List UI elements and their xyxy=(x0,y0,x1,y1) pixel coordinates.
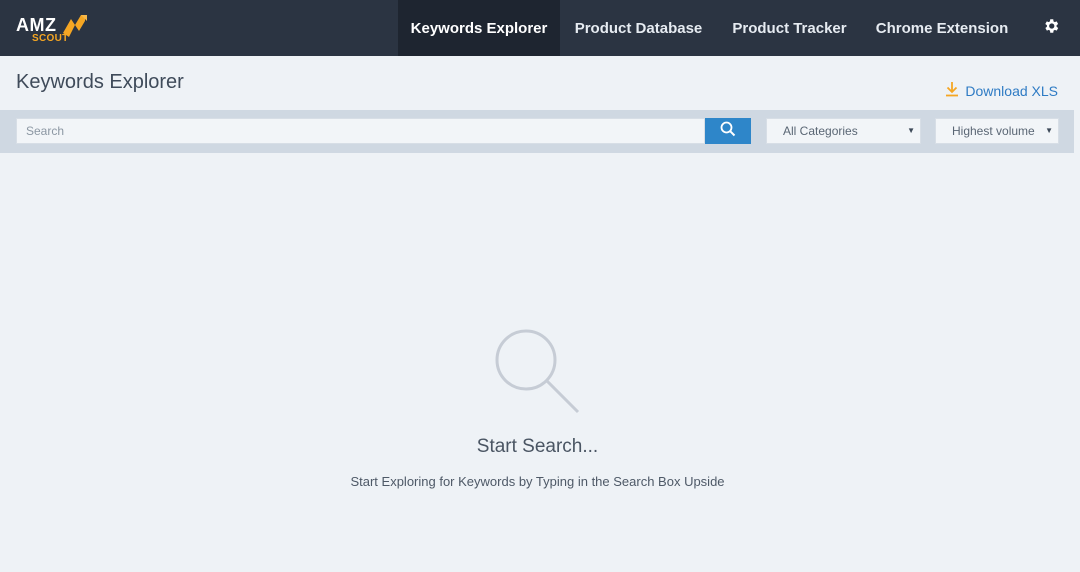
nav-chrome-extension[interactable]: Chrome Extension xyxy=(862,0,1022,56)
chevron-down-icon: ▼ xyxy=(907,126,915,135)
sort-select[interactable]: Highest volume ▼ xyxy=(935,118,1059,144)
download-icon xyxy=(945,81,959,100)
main-nav: Keywords Explorer Product Database Produ… xyxy=(398,0,1022,56)
nav-product-database[interactable]: Product Database xyxy=(560,0,717,56)
search-button[interactable] xyxy=(705,118,751,144)
magnifier-icon xyxy=(494,328,584,423)
search-toolbar: All Categories ▼ Highest volume ▼ xyxy=(0,110,1074,153)
category-select-value: All Categories xyxy=(783,124,858,138)
amzscout-logo[interactable]: AMZ SCOUT xyxy=(0,0,398,56)
search-icon xyxy=(720,121,736,142)
empty-state-title: Start Search... xyxy=(476,436,599,457)
chevron-down-icon: ▼ xyxy=(1045,126,1053,135)
settings-button[interactable] xyxy=(1022,0,1080,56)
empty-state: Start Search... Start Exploring for Keyw… xyxy=(0,153,1075,572)
download-xls-link[interactable]: Download XLS xyxy=(945,81,1058,100)
download-label: Download XLS xyxy=(965,82,1058,99)
empty-state-subtitle: Start Exploring for Keywords by Typing i… xyxy=(350,474,725,489)
page-header: Keywords Explorer Download XLS xyxy=(0,56,1080,110)
top-navigation: AMZ SCOUT Keywords Explorer Product Data… xyxy=(0,0,1080,56)
page-title: Keywords Explorer xyxy=(16,71,184,93)
search-input[interactable] xyxy=(16,118,705,144)
sort-select-value: Highest volume xyxy=(952,124,1035,138)
nav-keywords-explorer[interactable]: Keywords Explorer xyxy=(398,0,560,56)
nav-product-tracker[interactable]: Product Tracker xyxy=(717,0,862,56)
gear-icon xyxy=(1042,17,1060,40)
category-select[interactable]: All Categories ▼ xyxy=(766,118,921,144)
logo-text-scout: SCOUT xyxy=(32,33,69,44)
